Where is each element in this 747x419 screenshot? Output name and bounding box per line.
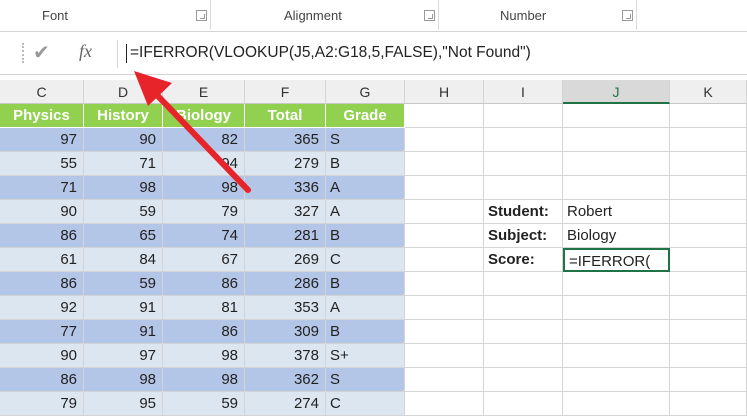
arrow-shaft <box>153 91 251 193</box>
annotation-arrow <box>134 71 251 193</box>
score-cell-active[interactable]: =IFERROR( <box>563 248 670 272</box>
